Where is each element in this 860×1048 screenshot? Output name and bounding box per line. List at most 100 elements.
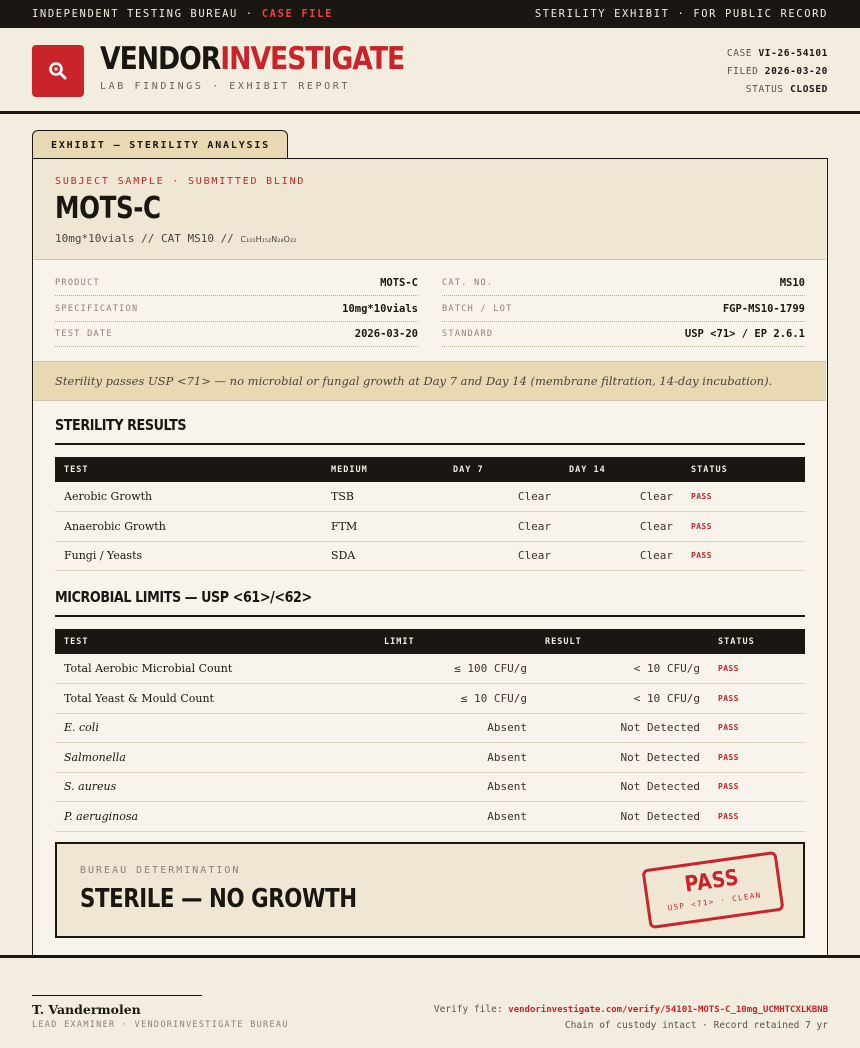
subject-meta: 10mg*10vials // CAT MS10 // C₁₀₁H₁₅₂N₂₈O… xyxy=(55,232,296,245)
case-file-label: CASE FILE xyxy=(261,8,334,20)
logo xyxy=(32,45,84,97)
case-number: VI-26-54101 xyxy=(758,48,828,59)
subject-kicker: SUBJECT SAMPLE · SUBMITTED BLIND xyxy=(55,176,306,187)
table-row: Fungi / Yeasts SDA Clear Clear PASS xyxy=(55,541,805,571)
spec-value: 2026-03-20 xyxy=(354,328,418,340)
spec-value: MS10 xyxy=(779,277,805,289)
spec-row-standard: STANDARD USP <71> / EP 2.6.1 xyxy=(442,322,805,347)
subject-title: MOTS-C xyxy=(55,191,161,226)
spec-value: USP <71> / EP 2.6.1 xyxy=(684,328,805,340)
table-cell: Total Yeast & Mould Count xyxy=(55,683,375,714)
brand-subtitle: LAB FINDINGS · EXHIBIT REPORT xyxy=(100,81,350,92)
custody-note: Chain of custody intact · Record retaine… xyxy=(564,1020,828,1031)
verify-line: Verify file: vendorinvestigate.com/verif… xyxy=(434,1004,828,1015)
brand-wordmark: VENDORINVESTIGATE xyxy=(100,41,405,77)
column-header: MEDIUM xyxy=(322,457,444,482)
status-badge: PASS xyxy=(709,742,805,773)
column-header: RESULT xyxy=(536,629,709,654)
table-cell: Absent xyxy=(375,713,536,743)
spec-label: SPECIFICATION xyxy=(55,304,139,314)
sterility-section-title: STERILITY RESULTS xyxy=(55,415,805,445)
top-strip-left: INDEPENDENT TESTING BUREAU · CASE FILE xyxy=(32,8,333,20)
status-badge: PASS xyxy=(682,541,805,571)
table-cell: TSB xyxy=(322,482,444,512)
pass-stamp: PASS USP <71> · CLEAN xyxy=(641,850,785,930)
spec-label: CAT. NO. xyxy=(442,278,494,288)
table-cell: FTM xyxy=(322,511,444,542)
molecular-formula: C₁₀₁H₁₅₂N₂₈O₂₂ xyxy=(240,235,297,244)
sterility-table: TEST MEDIUM DAY 7 DAY 14 STATUS Aerobic … xyxy=(55,457,805,571)
table-cell: SDA xyxy=(322,541,444,571)
table-cell: ≤ 10 CFU/g xyxy=(375,683,536,714)
filed-label: FILED xyxy=(726,66,759,77)
brand-part-1: VENDOR xyxy=(100,41,221,77)
table-cell: ≤ 100 CFU/g xyxy=(375,654,536,684)
table-cell: Not Detected xyxy=(536,713,709,743)
table-cell: P. aeruginosa xyxy=(55,801,375,832)
determination-box: BUREAU DETERMINATION STERILE — NO GROWTH… xyxy=(55,842,805,938)
table-cell: Total Aerobic Microbial Count xyxy=(55,654,375,684)
status-badge: PASS xyxy=(709,683,805,714)
microbial-title-text: MICROBIAL LIMITS — USP <61>/<62> xyxy=(55,588,312,606)
case-info: CASE VI-26-54101 FILED 2026-03-20 STATUS… xyxy=(727,45,828,99)
page-header: VENDORINVESTIGATE LAB FINDINGS · EXHIBIT… xyxy=(0,28,860,114)
table-cell: Aerobic Growth xyxy=(55,482,322,512)
subject-block: SUBJECT SAMPLE · SUBMITTED BLIND MOTS-C … xyxy=(33,159,826,260)
table-cell: Clear xyxy=(444,511,560,542)
table-cell: Clear xyxy=(444,482,560,512)
status-badge: PASS xyxy=(682,482,805,512)
status-badge: PASS xyxy=(709,654,805,684)
exhibit-tab: EXHIBIT — STERILITY ANALYSIS xyxy=(32,130,288,159)
table-cell: Anaerobic Growth xyxy=(55,511,322,542)
table-cell: < 10 CFU/g xyxy=(536,683,709,714)
table-row: Total Yeast & Mould Count ≤ 10 CFU/g < 10 … xyxy=(55,683,805,714)
status-badge: PASS xyxy=(709,772,805,802)
spec-value: FGP-MS10-1799 xyxy=(722,303,805,315)
spec-value: MOTS-C xyxy=(380,277,418,289)
column-header: LIMIT xyxy=(375,629,536,654)
microbial-table: TEST LIMIT RESULT STATUS Total Aerobic M… xyxy=(55,629,805,832)
table-row: Aerobic Growth TSB Clear Clear PASS xyxy=(55,482,805,512)
footer-divider xyxy=(0,955,860,958)
magnifier-icon xyxy=(49,62,67,80)
exhibit-tab-label: EXHIBIT — STERILITY ANALYSIS xyxy=(51,139,270,151)
verify-link[interactable]: vendorinvestigate.com/verify/54101-MOTS-… xyxy=(508,1005,828,1015)
filed-date: 2026-03-20 xyxy=(764,66,828,77)
table-cell: S. aureus xyxy=(55,772,375,802)
spec-value: 10mg*10vials xyxy=(342,303,418,315)
table-cell: Clear xyxy=(444,541,560,571)
column-header: DAY 7 xyxy=(444,457,560,482)
table-cell: Clear xyxy=(560,511,682,542)
column-header: TEST xyxy=(55,629,375,654)
table-row: Anaerobic Growth FTM Clear Clear PASS xyxy=(55,511,805,542)
table-cell: Absent xyxy=(375,742,536,773)
table-cell: Fungi / Yeasts xyxy=(55,541,322,571)
verify-label: Verify file: xyxy=(433,1004,503,1015)
column-header: DAY 14 xyxy=(560,457,682,482)
table-cell: Salmonella xyxy=(55,742,375,773)
column-header: STATUS xyxy=(709,629,805,654)
spec-row-batch: BATCH / LOT FGP-MS10-1799 xyxy=(442,297,805,322)
exhibit-label: STERILITY EXHIBIT · FOR PUBLIC RECORD xyxy=(534,8,828,20)
spec-row-test-date: TEST DATE 2026-03-20 xyxy=(55,322,418,347)
table-row: Salmonella Absent Not Detected PASS xyxy=(55,742,805,773)
sterility-title-text: STERILITY RESULTS xyxy=(55,416,187,434)
status-badge: PASS xyxy=(709,713,805,743)
brand-part-2: INVESTIGATE xyxy=(220,41,405,77)
table-row: E. coli Absent Not Detected PASS xyxy=(55,713,805,743)
spec-label: PRODUCT xyxy=(55,278,100,288)
summary-text: Sterility passes USP <71> — no microbial… xyxy=(55,374,773,388)
examiner-role: LEAD EXAMINER · VENDORINVESTIGATE BUREAU xyxy=(32,1020,289,1030)
table-cell: Absent xyxy=(375,772,536,802)
status-value: CLOSED xyxy=(790,84,828,95)
spec-label: TEST DATE xyxy=(55,329,113,339)
spec-row-cat-no: CAT. NO. MS10 xyxy=(442,271,805,296)
table-cell: E. coli xyxy=(55,713,375,743)
table-cell: Not Detected xyxy=(536,772,709,802)
table-cell: Absent xyxy=(375,801,536,832)
table-cell: Clear xyxy=(560,541,682,571)
table-row: P. aeruginosa Absent Not Detected PASS xyxy=(55,801,805,832)
table-row: Total Aerobic Microbial Count ≤ 100 CFU/g… xyxy=(55,654,805,684)
subject-meta-text: 10mg*10vials // CAT MS10 // xyxy=(55,232,234,245)
spec-row-product: PRODUCT MOTS-C xyxy=(55,271,418,296)
